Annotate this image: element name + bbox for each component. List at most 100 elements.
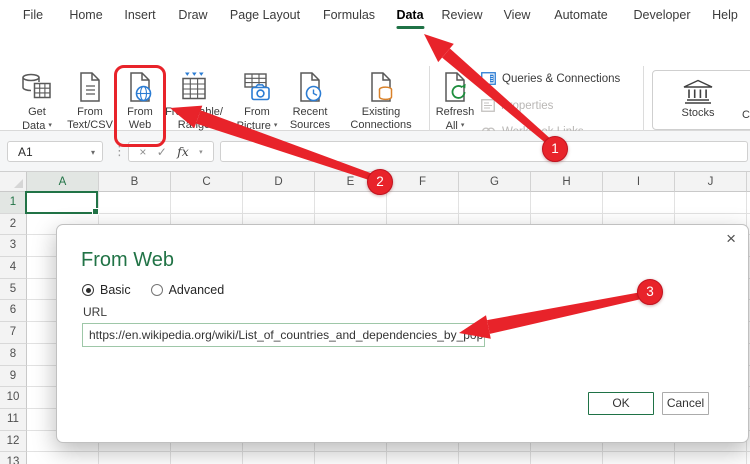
refresh-all-label: Refresh All▾ bbox=[423, 106, 487, 133]
column-header-d[interactable]: D bbox=[243, 172, 315, 192]
cell-A1[interactable] bbox=[27, 192, 99, 214]
tab-help[interactable]: Help bbox=[712, 8, 738, 22]
row-header-2[interactable]: 2 bbox=[0, 214, 27, 236]
currencies-button[interactable]: Currencies bbox=[742, 109, 750, 121]
column-header-i[interactable]: I bbox=[603, 172, 675, 192]
ribbon: Get Data▾ From Text/CSV bbox=[0, 30, 750, 131]
cell-C1[interactable] bbox=[171, 192, 243, 214]
url-label: URL bbox=[83, 305, 107, 319]
refresh-all-button[interactable]: Refresh All▾ bbox=[423, 67, 487, 133]
cancel-button[interactable]: Cancel bbox=[662, 392, 709, 415]
stocks-label: Stocks bbox=[667, 107, 729, 119]
ok-button[interactable]: OK bbox=[588, 392, 654, 415]
from-table-range-button[interactable]: From Table/ Range bbox=[162, 67, 226, 132]
cell-E1[interactable] bbox=[315, 192, 387, 214]
column-header-f[interactable]: F bbox=[387, 172, 459, 192]
from-web-highlight-box bbox=[114, 65, 166, 147]
tab-file[interactable]: File bbox=[23, 8, 43, 22]
cell-H13[interactable] bbox=[531, 452, 603, 464]
row-header-6[interactable]: 6 bbox=[0, 300, 27, 322]
cell-A13[interactable] bbox=[27, 452, 99, 464]
recent-sources-label: Recent Sources bbox=[278, 106, 342, 132]
row-header-4[interactable]: 4 bbox=[0, 257, 27, 279]
cell-C13[interactable] bbox=[171, 452, 243, 464]
row-header-12[interactable]: 12 bbox=[0, 431, 27, 453]
cell-G13[interactable] bbox=[459, 452, 531, 464]
cell-D13[interactable] bbox=[243, 452, 315, 464]
cell-H1[interactable] bbox=[531, 192, 603, 214]
existing-connections-button[interactable]: Existing Connections bbox=[349, 67, 413, 132]
dialog-title: From Web bbox=[81, 249, 174, 272]
radio-unselected-icon bbox=[151, 284, 163, 296]
cell-B13[interactable] bbox=[99, 452, 171, 464]
clock-file-icon bbox=[278, 67, 342, 103]
cell-G1[interactable] bbox=[459, 192, 531, 214]
existing-connections-label: Existing Connections bbox=[349, 106, 413, 132]
recent-sources-button[interactable]: Recent Sources bbox=[278, 67, 342, 132]
cell-J13[interactable] bbox=[675, 452, 747, 464]
column-header-c[interactable]: C bbox=[171, 172, 243, 192]
row-header-9[interactable]: 9 bbox=[0, 366, 27, 388]
step-badge-2: 2 bbox=[367, 169, 393, 195]
tab-review[interactable]: Review bbox=[442, 8, 483, 22]
row-header-3[interactable]: 3 bbox=[0, 235, 27, 257]
cell-I13[interactable] bbox=[603, 452, 675, 464]
stocks-button[interactable]: Stocks bbox=[667, 75, 729, 119]
row-header-5[interactable]: 5 bbox=[0, 279, 27, 301]
tab-page-layout[interactable]: Page Layout bbox=[230, 8, 300, 22]
cell-F13[interactable] bbox=[387, 452, 459, 464]
tab-data[interactable]: Data bbox=[396, 8, 423, 22]
excel-window: File Home Insert Draw Page Layout Formulas Dat… bbox=[0, 0, 750, 464]
cell-B1[interactable] bbox=[99, 192, 171, 214]
cell-I1[interactable] bbox=[603, 192, 675, 214]
chevron-down-icon[interactable]: ▾ bbox=[91, 142, 95, 163]
mode-radio-group: Basic Advanced bbox=[82, 283, 224, 297]
chevron-down-icon: ▾ bbox=[274, 122, 278, 129]
data-types-gallery: Stocks Currencies bbox=[652, 70, 750, 130]
row-header-7[interactable]: 7 bbox=[0, 322, 27, 344]
radio-selected-icon bbox=[82, 284, 94, 296]
properties-icon bbox=[481, 99, 495, 112]
radio-basic[interactable]: Basic bbox=[82, 283, 131, 297]
cell-J1[interactable] bbox=[675, 192, 747, 214]
tab-view[interactable]: View bbox=[504, 8, 531, 22]
properties-button: Properties bbox=[481, 99, 553, 112]
select-all-corner[interactable] bbox=[0, 172, 27, 192]
cell-E13[interactable] bbox=[315, 452, 387, 464]
name-box[interactable]: A1 ▾ bbox=[7, 141, 103, 162]
chevron-down-icon[interactable]: ▾ bbox=[199, 148, 203, 156]
row-header-1[interactable]: 1 bbox=[0, 192, 27, 214]
close-icon[interactable]: × bbox=[726, 229, 736, 249]
insert-function-icon[interactable]: fx bbox=[177, 144, 189, 159]
formula-bar: A1 ▾ ⋮ × ✓ fx ▾ bbox=[0, 131, 750, 172]
column-header-g[interactable]: G bbox=[459, 172, 531, 192]
column-header-a[interactable]: A bbox=[27, 172, 99, 192]
column-header-h[interactable]: H bbox=[531, 172, 603, 192]
ribbon-tabs: File Home Insert Draw Page Layout Formulas Dat… bbox=[0, 0, 750, 30]
column-header-b[interactable]: B bbox=[99, 172, 171, 192]
tab-draw[interactable]: Draw bbox=[178, 8, 207, 22]
url-input[interactable]: https://en.wikipedia.org/wiki/List_of_co… bbox=[82, 323, 485, 347]
radio-advanced[interactable]: Advanced bbox=[151, 283, 225, 297]
queries-connections-button[interactable]: Queries & Connections bbox=[481, 72, 620, 85]
formula-input[interactable] bbox=[220, 141, 748, 162]
row-header-13[interactable]: 13 bbox=[0, 452, 27, 464]
tab-home[interactable]: Home bbox=[69, 8, 102, 22]
radio-basic-label: Basic bbox=[100, 283, 131, 297]
row-header-11[interactable]: 11 bbox=[0, 409, 27, 431]
row-header-10[interactable]: 10 bbox=[0, 387, 27, 409]
chevron-down-icon: ▾ bbox=[461, 122, 465, 129]
cell-F1[interactable] bbox=[387, 192, 459, 214]
tab-automate[interactable]: Automate bbox=[554, 8, 608, 22]
row-header-8[interactable]: 8 bbox=[0, 344, 27, 366]
table-icon bbox=[162, 67, 226, 103]
grid-row-13: 13 bbox=[0, 452, 750, 464]
tab-developer[interactable]: Developer bbox=[634, 8, 691, 22]
cell-D1[interactable] bbox=[243, 192, 315, 214]
step-badge-3: 3 bbox=[637, 279, 663, 305]
tab-insert[interactable]: Insert bbox=[124, 8, 155, 22]
refresh-icon bbox=[423, 67, 487, 103]
radio-advanced-label: Advanced bbox=[169, 283, 225, 297]
column-header-j[interactable]: J bbox=[675, 172, 747, 192]
tab-formulas[interactable]: Formulas bbox=[323, 8, 375, 22]
